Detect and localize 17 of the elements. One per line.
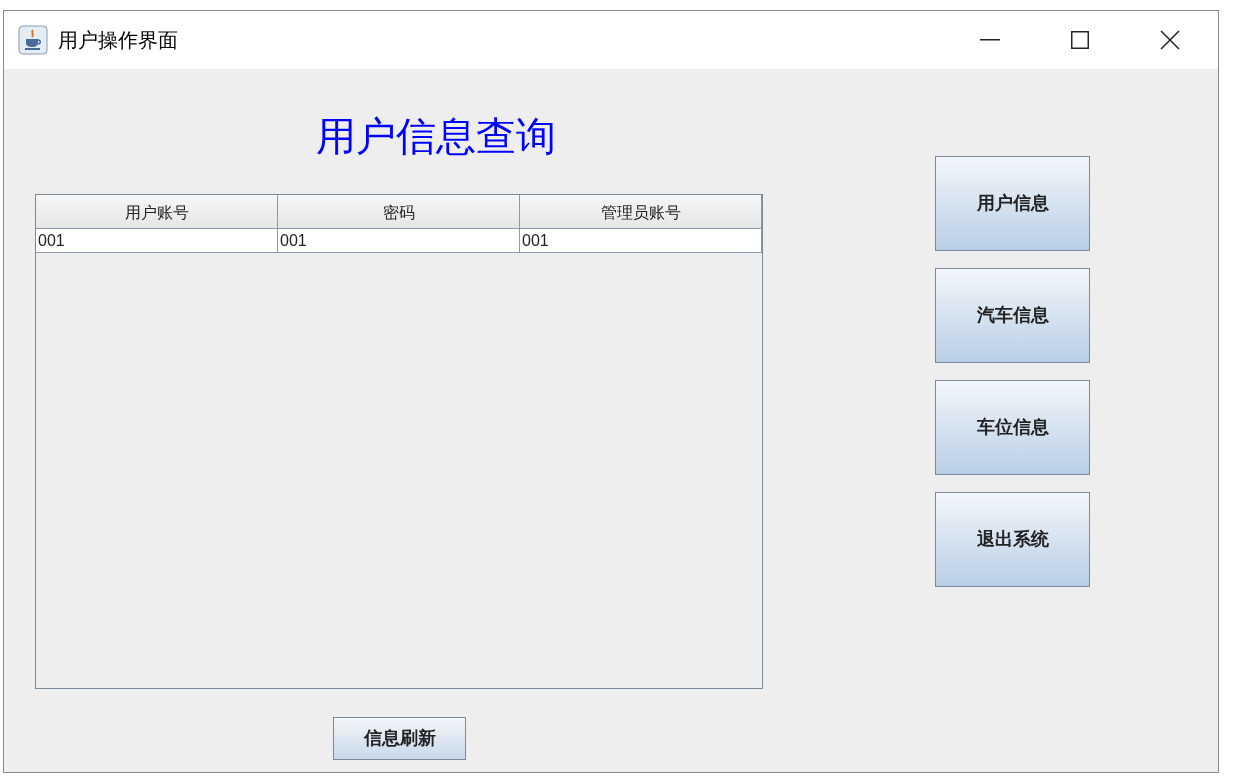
close-icon <box>1160 30 1180 50</box>
column-header[interactable]: 密码 <box>278 195 520 229</box>
window-title: 用户操作界面 <box>58 28 178 53</box>
column-header[interactable]: 用户账号 <box>36 195 278 229</box>
refresh-button[interactable]: 信息刷新 <box>333 717 466 760</box>
table-cell: 001 <box>278 229 520 252</box>
table-cell: 001 <box>520 229 762 252</box>
coffee-cup-icon <box>18 25 48 55</box>
table-cell: 001 <box>36 229 278 252</box>
side-button[interactable]: 汽车信息 <box>935 268 1090 363</box>
page-heading: 用户信息查询 <box>316 116 556 156</box>
maximize-icon <box>1071 31 1089 49</box>
side-button[interactable]: 车位信息 <box>935 380 1090 475</box>
minimize-icon <box>980 39 1000 41</box>
side-button[interactable]: 退出系统 <box>935 492 1090 587</box>
side-button[interactable]: 用户信息 <box>935 156 1090 251</box>
column-header[interactable]: 管理员账号 <box>520 195 762 229</box>
